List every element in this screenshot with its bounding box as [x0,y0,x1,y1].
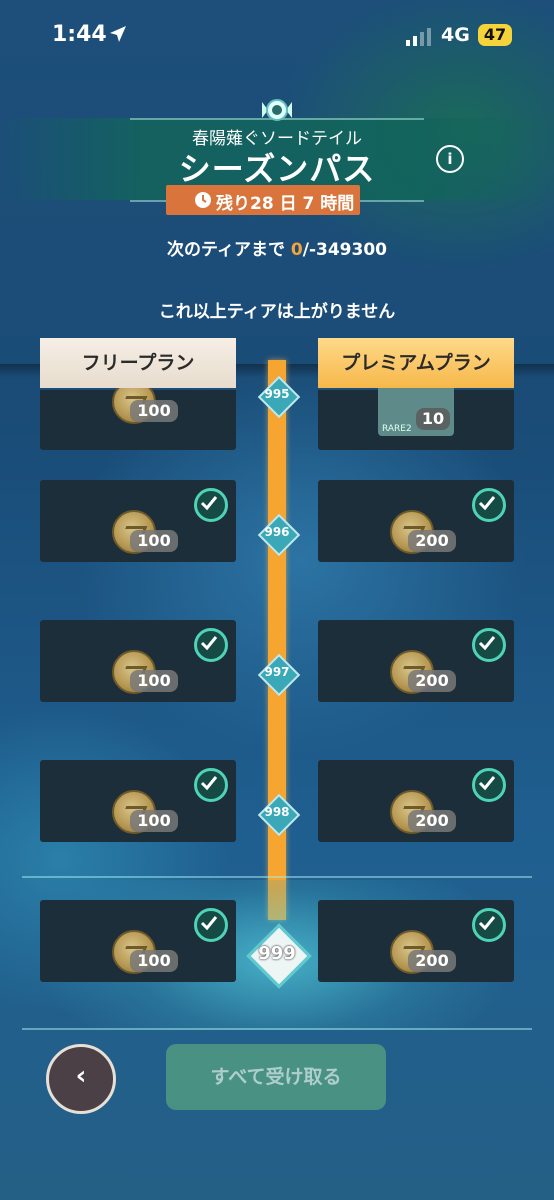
battery-indicator: 47 [478,24,512,46]
claimed-check-icon [472,908,506,942]
free-reward-999[interactable]: 100 [40,900,236,982]
page-title: シーズンパス [178,150,376,188]
free-reward-996[interactable]: 100 [40,480,236,562]
premium-reward-995[interactable]: RARE2 10 [318,380,514,450]
rare-item-icon: RARE2 10 [378,380,454,436]
tier-number: 998 [264,805,290,819]
reward-amount: 100 [130,670,178,692]
reward-amount: 200 [408,950,456,972]
tier-marker: 998 [257,793,301,837]
current-tier-marker: 999 [246,923,312,989]
claimed-check-icon [194,628,228,662]
back-button[interactable]: ‹ [46,1044,116,1114]
status-time: 1:44 [52,22,107,47]
tier-marker: 997 [257,653,301,697]
reward-amount: 100 [130,400,178,422]
tier-number: 995 [264,387,290,401]
reward-amount: 10 [416,408,450,430]
premium-reward-998[interactable]: 200 [318,760,514,842]
location-arrow-icon [110,26,126,42]
cellular-signal-icon [406,28,431,46]
network-type: 4G [441,24,470,46]
time-remaining-badge: 残り28 日 7 時間 [166,185,360,215]
progress-prefix: 次のティアまで [167,240,291,260]
tier-number: 999 [258,943,296,964]
progress-current: 0 [290,240,303,260]
reward-amount: 200 [408,670,456,692]
time-remaining-text: 残り28 日 7 時間 [216,194,355,214]
reward-amount: 200 [408,530,456,552]
progress-suffix: /-349300 [302,240,387,260]
tab-free-plan[interactable]: フリープラン [40,338,236,388]
status-bar: 1:44 4G 47 [0,0,554,72]
premium-reward-997[interactable]: 200 [318,620,514,702]
tier-number: 997 [264,665,290,679]
reward-amount: 100 [130,950,178,972]
free-reward-995[interactable]: 100 [40,380,236,450]
chevron-left-icon: ‹ [75,1061,87,1091]
tier-progress: 次のティアまで 0/-349300 [0,235,554,260]
premium-reward-999[interactable]: 200 [318,900,514,982]
season-emblem-icon [262,99,292,121]
free-reward-998[interactable]: 100 [40,760,236,842]
reward-amount: 100 [130,810,178,832]
claimed-check-icon [472,768,506,802]
free-reward-997[interactable]: 100 [40,620,236,702]
max-tier-notice: これ以上ティアは上がりません [158,302,396,322]
claimed-check-icon [472,628,506,662]
claimed-check-icon [194,488,228,522]
claimed-check-icon [472,488,506,522]
claim-all-button[interactable]: すべて受け取る [166,1044,386,1110]
tier-track [268,360,286,920]
tier-number: 996 [264,525,290,539]
reward-amount: 200 [408,810,456,832]
claimed-check-icon [194,768,228,802]
info-icon[interactable]: i [436,145,464,173]
claimed-check-icon [194,908,228,942]
item-rarity-label: RARE2 [382,424,412,434]
tier-marker: 995 [257,375,301,419]
clock-icon [195,192,211,208]
reward-amount: 100 [130,530,178,552]
premium-reward-996[interactable]: 200 [318,480,514,562]
tab-premium-plan[interactable]: プレミアムプラン [318,338,514,388]
tier-marker: 996 [257,513,301,557]
